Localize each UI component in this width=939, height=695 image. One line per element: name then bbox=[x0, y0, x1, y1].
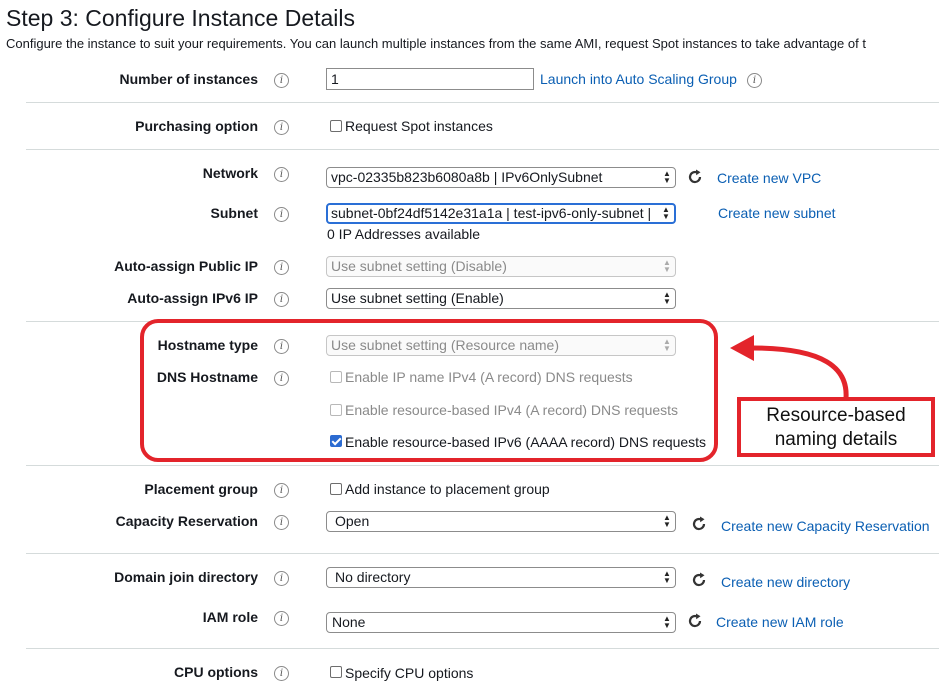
divider bbox=[26, 648, 939, 649]
ip-addresses-available: 0 IP Addresses available bbox=[327, 226, 481, 242]
cpu-options-checkbox-label: Specify CPU options bbox=[345, 665, 474, 681]
placement-group-label: Placement group bbox=[144, 481, 258, 497]
number-of-instances-input[interactable] bbox=[326, 68, 534, 90]
callout-line-1: Resource-based bbox=[766, 405, 906, 426]
subnet-select-value: subnet-0bf24df5142e31a1a | test-ipv6-onl… bbox=[331, 205, 652, 221]
number-of-instances-label: Number of instances bbox=[119, 71, 258, 87]
page-title: Step 3: Configure Instance Details bbox=[6, 5, 356, 31]
info-icon[interactable]: i bbox=[274, 260, 289, 275]
info-icon[interactable]: i bbox=[274, 483, 289, 498]
refresh-icon[interactable] bbox=[690, 571, 708, 589]
auto-assign-public-ip-select: Use subnet setting (Disable) ▲ ▼ bbox=[326, 256, 676, 277]
domain-join-directory-select[interactable]: No directory ▲ ▼ bbox=[326, 567, 676, 588]
create-new-directory-link[interactable]: Create new directory bbox=[721, 574, 850, 590]
divider bbox=[26, 149, 939, 150]
info-icon[interactable]: i bbox=[274, 73, 289, 88]
refresh-icon[interactable] bbox=[686, 168, 704, 186]
auto-assign-public-ip-label: Auto-assign Public IP bbox=[114, 258, 258, 274]
callout-line-2: naming details bbox=[774, 429, 898, 450]
info-icon[interactable]: i bbox=[274, 292, 289, 307]
info-icon[interactable]: i bbox=[274, 666, 289, 681]
refresh-icon[interactable] bbox=[690, 515, 708, 533]
auto-assign-ipv6-ip-label: Auto-assign IPv6 IP bbox=[127, 290, 258, 306]
auto-assign-ipv6-ip-select[interactable]: Use subnet setting (Enable) ▲ ▼ bbox=[326, 288, 676, 309]
placement-group-checkbox-label: Add instance to placement group bbox=[345, 481, 550, 497]
request-spot-checkbox[interactable] bbox=[330, 120, 342, 132]
select-arrows-icon: ▲ ▼ bbox=[663, 258, 671, 274]
capacity-reservation-label: Capacity Reservation bbox=[115, 513, 258, 529]
create-new-subnet-link[interactable]: Create new subnet bbox=[718, 205, 836, 221]
info-icon[interactable]: i bbox=[274, 611, 289, 626]
capacity-reservation-select[interactable]: Open ▲ ▼ bbox=[326, 511, 676, 532]
subnet-label: Subnet bbox=[210, 205, 258, 221]
iam-role-label: IAM role bbox=[202, 609, 258, 625]
select-arrows-icon: ▲ ▼ bbox=[663, 290, 671, 306]
select-arrows-icon: ▲ ▼ bbox=[661, 205, 671, 221]
select-arrows-icon: ▲ ▼ bbox=[663, 614, 671, 630]
divider bbox=[26, 102, 939, 103]
auto-assign-ipv6-ip-value: Use subnet setting (Enable) bbox=[331, 290, 504, 306]
info-icon[interactable]: i bbox=[274, 515, 289, 530]
purchasing-option-label: Purchasing option bbox=[135, 118, 258, 134]
refresh-icon[interactable] bbox=[686, 612, 704, 630]
network-select-value: vpc-02335b823b6080a8b | IPv6OnlySubnet bbox=[331, 169, 603, 185]
capacity-reservation-value: Open bbox=[335, 513, 370, 529]
divider bbox=[26, 553, 939, 554]
subnet-select[interactable]: subnet-0bf24df5142e31a1a | test-ipv6-onl… bbox=[326, 203, 676, 224]
request-spot-label: Request Spot instances bbox=[345, 118, 493, 134]
iam-role-value: None bbox=[332, 614, 366, 630]
domain-join-directory-value: No directory bbox=[335, 569, 411, 585]
placement-group-checkbox[interactable] bbox=[330, 483, 342, 495]
info-icon[interactable]: i bbox=[274, 207, 289, 222]
cpu-options-checkbox[interactable] bbox=[330, 666, 342, 678]
page-description: Configure the instance to suit your requ… bbox=[6, 36, 866, 51]
select-arrows-icon: ▲ ▼ bbox=[663, 169, 671, 185]
info-icon[interactable]: i bbox=[274, 571, 289, 586]
highlight-box bbox=[140, 319, 718, 462]
select-arrows-icon: ▲ ▼ bbox=[663, 513, 671, 529]
select-arrows-icon: ▲ ▼ bbox=[663, 569, 671, 585]
create-new-iam-role-link[interactable]: Create new IAM role bbox=[716, 614, 844, 630]
create-new-vpc-link[interactable]: Create new VPC bbox=[717, 170, 821, 186]
create-new-capacity-reservation-link[interactable]: Create new Capacity Reservation bbox=[721, 518, 930, 534]
launch-into-asg-link[interactable]: Launch into Auto Scaling Group bbox=[540, 71, 737, 87]
info-icon[interactable]: i bbox=[274, 167, 289, 182]
iam-role-select[interactable]: None ▲ ▼ bbox=[326, 612, 676, 633]
info-icon[interactable]: i bbox=[747, 73, 762, 88]
annotation-arrow-icon bbox=[730, 335, 849, 399]
annotation-callout: Resource-based naming details bbox=[737, 397, 935, 457]
network-select[interactable]: vpc-02335b823b6080a8b | IPv6OnlySubnet ▲… bbox=[326, 167, 676, 188]
network-label: Network bbox=[202, 165, 258, 181]
auto-assign-public-ip-value: Use subnet setting (Disable) bbox=[331, 258, 507, 274]
domain-join-directory-label: Domain join directory bbox=[114, 569, 258, 585]
info-icon[interactable]: i bbox=[274, 120, 289, 135]
divider bbox=[26, 465, 939, 466]
cpu-options-label: CPU options bbox=[174, 664, 258, 680]
